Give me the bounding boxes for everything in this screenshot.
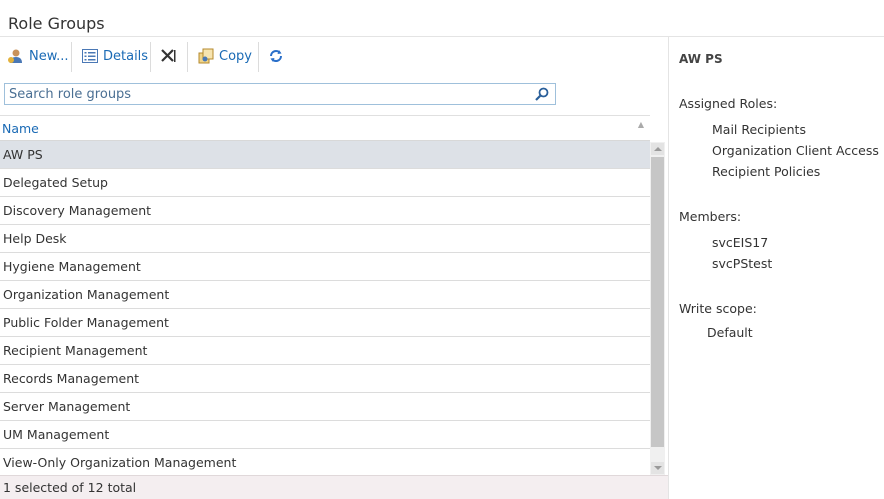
- toolbar-separator: [258, 42, 259, 72]
- list-item[interactable]: Delegated Setup: [0, 169, 650, 197]
- members-heading: Members:: [679, 209, 742, 224]
- scroll-up-icon: [654, 147, 662, 151]
- list-item[interactable]: UM Management: [0, 421, 650, 449]
- list-item-label: Delegated Setup: [3, 175, 108, 190]
- new-button-label: New...: [29, 48, 69, 64]
- list-item[interactable]: AW PS: [0, 141, 650, 169]
- list-scrollbar[interactable]: [650, 142, 665, 475]
- list-item-label: Recipient Management: [3, 343, 148, 358]
- scroll-up-button[interactable]: [651, 143, 664, 155]
- toolbar-separator: [187, 42, 188, 72]
- list-rows: AW PS Delegated Setup Discovery Management…: [0, 141, 650, 475]
- details-button[interactable]: Details: [81, 46, 148, 66]
- details-list-icon: [82, 49, 98, 63]
- selection-status: 1 selected of 12 total: [3, 480, 137, 495]
- details-button-label: Details: [103, 48, 149, 64]
- list-item[interactable]: View-Only Organization Management: [0, 449, 650, 475]
- details-pane-divider: [668, 37, 669, 499]
- search-icon[interactable]: [534, 86, 550, 102]
- list-item-label: Help Desk: [3, 231, 67, 246]
- scroll-down-icon: [654, 466, 662, 470]
- list-item-label: UM Management: [3, 427, 110, 442]
- new-user-icon: [8, 49, 22, 63]
- copy-button-label: Copy: [219, 48, 252, 64]
- list-item[interactable]: Public Folder Management: [0, 309, 650, 337]
- list-item-label: View-Only Organization Management: [3, 455, 237, 470]
- write-scope-heading: Write scope:: [679, 301, 757, 316]
- column-header-name[interactable]: Name ▲: [0, 115, 650, 141]
- scroll-down-button[interactable]: [651, 462, 664, 474]
- details-title: AW PS: [679, 52, 723, 66]
- status-bar: 1 selected of 12 total: [0, 475, 668, 499]
- list-item-label: Public Folder Management: [3, 315, 169, 330]
- copy-icon: [198, 48, 214, 64]
- assigned-role-item: Mail Recipients: [712, 122, 806, 137]
- assigned-role-item: Recipient Policies: [712, 164, 821, 179]
- list-item-label: Hygiene Management: [3, 259, 141, 274]
- copy-button[interactable]: Copy: [197, 46, 252, 66]
- list-item-label: Organization Management: [3, 287, 170, 302]
- search-input[interactable]: [7, 85, 531, 103]
- sort-arrow-icon: ▲: [637, 120, 644, 129]
- assigned-roles-heading: Assigned Roles:: [679, 96, 778, 111]
- delete-x-icon: [161, 49, 176, 62]
- page-title: Role Groups: [8, 14, 105, 33]
- member-item: svcPStest: [712, 256, 773, 271]
- list-item[interactable]: Discovery Management: [0, 197, 650, 225]
- list-item[interactable]: Help Desk: [0, 225, 650, 253]
- assigned-role-item: Organization Client Access: [712, 143, 879, 158]
- member-item: svcEIS17: [712, 235, 769, 250]
- search-box: [4, 83, 556, 105]
- toolbar-separator: [71, 42, 72, 72]
- refresh-button[interactable]: [267, 46, 285, 66]
- new-button[interactable]: New...: [7, 46, 69, 66]
- list-item[interactable]: Recipient Management: [0, 337, 650, 365]
- title-divider: [0, 36, 884, 37]
- delete-button[interactable]: [159, 46, 177, 66]
- toolbar-separator: [150, 42, 151, 72]
- write-scope-value: Default: [707, 325, 753, 340]
- toolbar: New... Details Copy: [0, 38, 668, 74]
- list-item[interactable]: Server Management: [0, 393, 650, 421]
- refresh-icon: [270, 50, 282, 62]
- list-item[interactable]: Hygiene Management: [0, 253, 650, 281]
- role-groups-list: Name ▲ AW PS Delegated Setup Discovery Man…: [0, 115, 668, 499]
- list-item-label: Discovery Management: [3, 203, 152, 218]
- scroll-thumb[interactable]: [651, 157, 664, 447]
- list-item-label: Server Management: [3, 399, 131, 414]
- list-item-label: AW PS: [3, 147, 43, 162]
- list-item-label: Records Management: [3, 371, 140, 386]
- list-item[interactable]: Organization Management: [0, 281, 650, 309]
- column-header-label: Name: [2, 121, 39, 136]
- list-item[interactable]: Records Management: [0, 365, 650, 393]
